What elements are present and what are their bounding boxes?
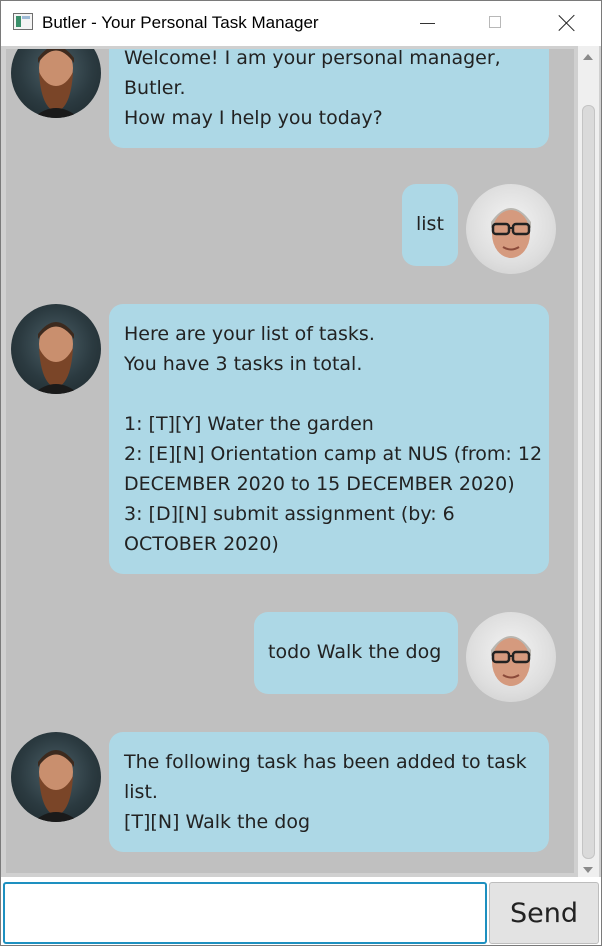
vertical-scrollbar[interactable] [578, 46, 599, 877]
message-line: 3: [D][N] submit assignment (by: 6 [124, 503, 455, 525]
close-button[interactable] [533, 1, 601, 46]
butler-message-bubble: The following task has been added to tas… [109, 732, 549, 852]
message-line: Butler. [124, 77, 186, 99]
user-avatar [466, 184, 556, 274]
scrollbar-thumb[interactable] [582, 105, 595, 859]
send-button[interactable]: Send [489, 882, 599, 944]
message-line: [T][N] Walk the dog [124, 811, 311, 833]
message-line: You have 3 tasks in total. [124, 353, 363, 375]
minimize-icon [420, 23, 435, 24]
user-message-bubble: todo Walk the dog [254, 612, 458, 694]
butler-avatar [11, 304, 101, 394]
dialog-container: Welcome! I am your personal manager, But… [6, 49, 574, 873]
butler-avatar [11, 49, 101, 118]
message-input[interactable] [3, 882, 487, 944]
window-title: Butler - Your Personal Task Manager [42, 13, 319, 32]
maximize-icon [489, 16, 501, 28]
butler-message-bubble: Here are your list of tasks. You have 3 … [109, 304, 549, 574]
app-window: Butler - Your Personal Task Manager Welc… [0, 0, 602, 946]
user-message-bubble: list [402, 184, 458, 266]
message-line: list. [124, 781, 158, 803]
butler-message-bubble: Welcome! I am your personal manager, But… [109, 49, 549, 148]
message-line: OCTOBER 2020) [124, 533, 279, 555]
maximize-button[interactable] [461, 1, 529, 46]
message-line: 2: [E][N] Orientation camp at NUS (from:… [124, 443, 543, 465]
message-line: list [416, 213, 444, 235]
butler-avatar [11, 732, 101, 822]
scroll-down-arrow-icon[interactable] [583, 867, 593, 873]
chat-scroll-pane[interactable]: Welcome! I am your personal manager, But… [1, 46, 601, 877]
message-line: 1: [T][Y] Water the garden [124, 413, 374, 435]
message-line [124, 379, 534, 409]
close-icon [557, 10, 577, 36]
message-line: How may I help you today? [124, 107, 383, 129]
message-line: DECEMBER 2020 to 15 DECEMBER 2020) [124, 473, 515, 495]
user-avatar [466, 612, 556, 702]
message-line: todo Walk the dog [268, 641, 442, 663]
message-line: Here are your list of tasks. [124, 323, 375, 345]
message-line: Welcome! I am your personal manager, [124, 49, 501, 69]
message-line: The following task has been added to tas… [124, 751, 527, 773]
minimize-button[interactable] [393, 1, 461, 46]
app-window-icon [13, 13, 33, 30]
title-bar[interactable]: Butler - Your Personal Task Manager [1, 1, 601, 47]
scroll-up-arrow-icon[interactable] [583, 54, 593, 60]
